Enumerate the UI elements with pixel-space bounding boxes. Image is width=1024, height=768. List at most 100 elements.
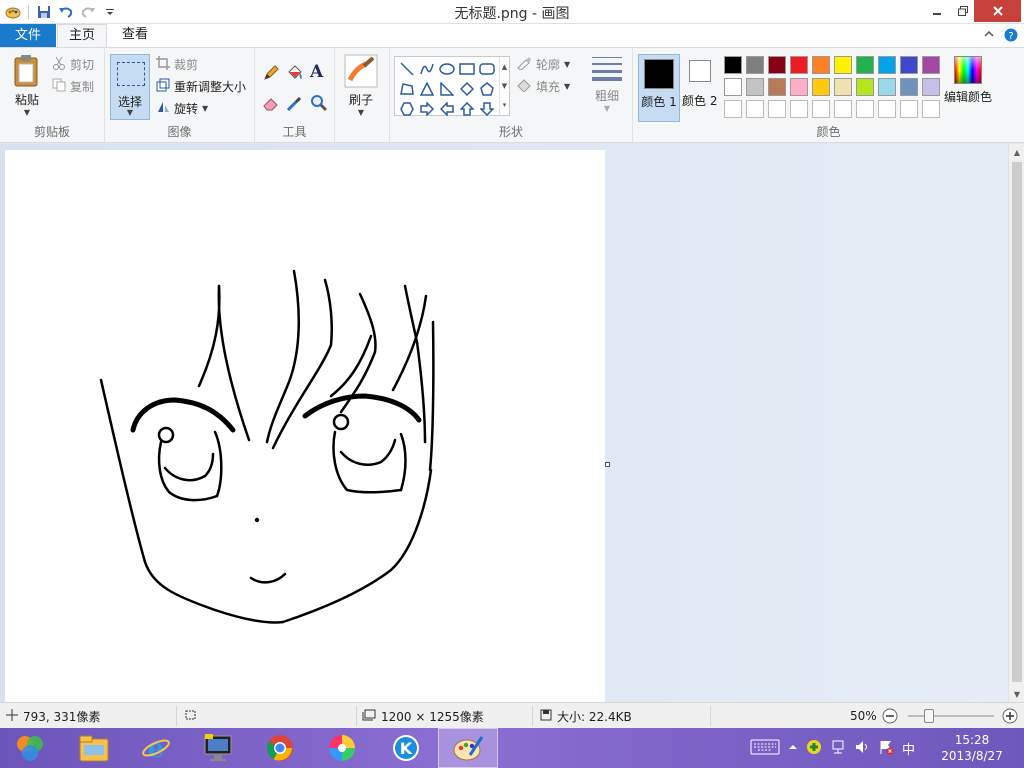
outline-button[interactable]: 轮廓 ▼: [516, 56, 570, 73]
palette-color-swatch[interactable]: [854, 98, 876, 120]
chevron-down-icon[interactable]: ▼: [502, 82, 507, 90]
palette-color-swatch[interactable]: [854, 54, 876, 76]
paste-button[interactable]: 粘贴 ▼: [8, 54, 46, 117]
canvas-resize-handle[interactable]: [605, 462, 610, 467]
polygon-shape-icon[interactable]: [397, 79, 417, 99]
color2-swatch[interactable]: [689, 60, 711, 82]
palette-color-swatch[interactable]: [832, 98, 854, 120]
scroll-down-icon[interactable]: ▼: [1009, 686, 1024, 702]
palette-color-swatch[interactable]: [854, 76, 876, 98]
photo-gallery-icon[interactable]: [0, 728, 60, 768]
size-button[interactable]: 粗细 ▼: [588, 54, 626, 113]
restore-button[interactable]: [952, 0, 974, 22]
security-shield-icon[interactable]: [806, 739, 822, 758]
palette-color-swatch[interactable]: [788, 98, 810, 120]
size-dropdown-icon[interactable]: ▼: [604, 104, 610, 113]
paste-dropdown-icon[interactable]: ▼: [24, 108, 30, 117]
text-tool-icon[interactable]: A: [310, 62, 323, 82]
volume-icon[interactable]: [854, 739, 870, 758]
cut-button[interactable]: 剪切: [52, 56, 94, 73]
zoom-slider-track[interactable]: [908, 715, 994, 717]
down-arrow-shape-icon[interactable]: [477, 99, 497, 119]
palette-color-swatch[interactable]: [876, 54, 898, 76]
zoom-slider-thumb[interactable]: [924, 709, 934, 723]
palette-color-swatch[interactable]: [898, 76, 920, 98]
palette-color-swatch[interactable]: [810, 76, 832, 98]
left-arrow-shape-icon[interactable]: [437, 99, 457, 119]
rotate-dropdown-icon[interactable]: ▼: [202, 104, 208, 113]
palette-color-swatch[interactable]: [920, 76, 942, 98]
pencil-icon[interactable]: [262, 64, 280, 85]
paint-icon[interactable]: [438, 728, 498, 768]
color2-label[interactable]: 颜色 2: [682, 92, 717, 109]
chevron-up-icon[interactable]: ▲: [502, 63, 507, 71]
computer-icon[interactable]: [188, 728, 248, 768]
close-button[interactable]: [974, 0, 1021, 22]
up-arrow-shape-icon[interactable]: [457, 99, 477, 119]
palette-color-swatch[interactable]: [876, 76, 898, 98]
crop-button[interactable]: 裁剪: [156, 56, 198, 73]
input-method-indicator[interactable]: 中: [902, 739, 915, 758]
scroll-up-icon[interactable]: ▲: [1009, 144, 1024, 160]
palette-color-swatch[interactable]: [722, 98, 744, 120]
color1-button[interactable]: 颜色 1: [638, 54, 680, 122]
palette-color-swatch[interactable]: [876, 98, 898, 120]
fill-button[interactable]: 填充 ▼: [516, 78, 570, 95]
vertical-scrollbar[interactable]: ▲ ▼: [1008, 144, 1024, 702]
chrome-icon[interactable]: [250, 728, 310, 768]
resize-button[interactable]: 重新调整大小: [156, 78, 246, 95]
palette-color-swatch[interactable]: [920, 54, 942, 76]
zoom-out-button[interactable]: [882, 703, 898, 729]
fill-dropdown-icon[interactable]: ▼: [564, 82, 570, 91]
rotate-button[interactable]: 旋转 ▼: [156, 100, 208, 117]
drawing-canvas[interactable]: [5, 150, 605, 702]
media-icon[interactable]: [312, 728, 372, 768]
right-arrow-shape-icon[interactable]: [417, 99, 437, 119]
palette-color-swatch[interactable]: [788, 54, 810, 76]
palette-color-swatch[interactable]: [766, 76, 788, 98]
brushes-dropdown-icon[interactable]: ▼: [358, 108, 364, 117]
palette-color-swatch[interactable]: [898, 54, 920, 76]
zoom-in-button[interactable]: [1002, 703, 1018, 729]
hexagon-shape-icon[interactable]: [397, 99, 417, 119]
file-explorer-icon[interactable]: [64, 728, 124, 768]
rectangle-shape-icon[interactable]: [457, 59, 477, 79]
chevron-up-icon[interactable]: [984, 28, 994, 45]
keyboard-icon[interactable]: [750, 739, 780, 758]
diamond-shape-icon[interactable]: [457, 79, 477, 99]
select-dropdown-icon[interactable]: ▼: [111, 108, 149, 117]
eraser-icon[interactable]: [262, 94, 280, 115]
edit-colors-button[interactable]: 编辑颜色: [944, 54, 992, 105]
palette-color-swatch[interactable]: [722, 76, 744, 98]
palette-color-swatch[interactable]: [744, 54, 766, 76]
scrollbar-thumb[interactable]: [1012, 162, 1022, 682]
fill-bucket-icon[interactable]: [286, 64, 304, 85]
network-icon[interactable]: [830, 739, 846, 758]
palette-color-swatch[interactable]: [744, 98, 766, 120]
curve-shape-icon[interactable]: [417, 59, 437, 79]
pentagon-shape-icon[interactable]: [477, 79, 497, 99]
right-triangle-shape-icon[interactable]: [437, 79, 457, 99]
tab-home[interactable]: 主页: [57, 24, 107, 47]
palette-color-swatch[interactable]: [810, 54, 832, 76]
rounded-rectangle-shape-icon[interactable]: [477, 59, 497, 79]
palette-color-swatch[interactable]: [766, 54, 788, 76]
line-shape-icon[interactable]: [397, 59, 417, 79]
tab-view[interactable]: 查看: [112, 24, 158, 47]
color-picker-icon[interactable]: [286, 94, 304, 115]
clock[interactable]: 15:28 2013/8/27: [938, 732, 1006, 764]
palette-color-swatch[interactable]: [722, 54, 744, 76]
palette-color-swatch[interactable]: [898, 98, 920, 120]
help-icon[interactable]: ?: [1004, 28, 1018, 45]
palette-color-swatch[interactable]: [766, 98, 788, 120]
palette-color-swatch[interactable]: [832, 76, 854, 98]
action-center-flag-icon[interactable]: [878, 739, 894, 758]
kugou-icon[interactable]: K: [376, 728, 436, 768]
internet-explorer-icon[interactable]: e: [126, 728, 186, 768]
palette-color-swatch[interactable]: [788, 76, 810, 98]
expand-gallery-icon[interactable]: ▾: [503, 101, 507, 109]
outline-dropdown-icon[interactable]: ▼: [564, 60, 570, 69]
palette-color-swatch[interactable]: [744, 76, 766, 98]
select-button[interactable]: 选择 ▼: [110, 54, 150, 120]
palette-color-swatch[interactable]: [810, 98, 832, 120]
